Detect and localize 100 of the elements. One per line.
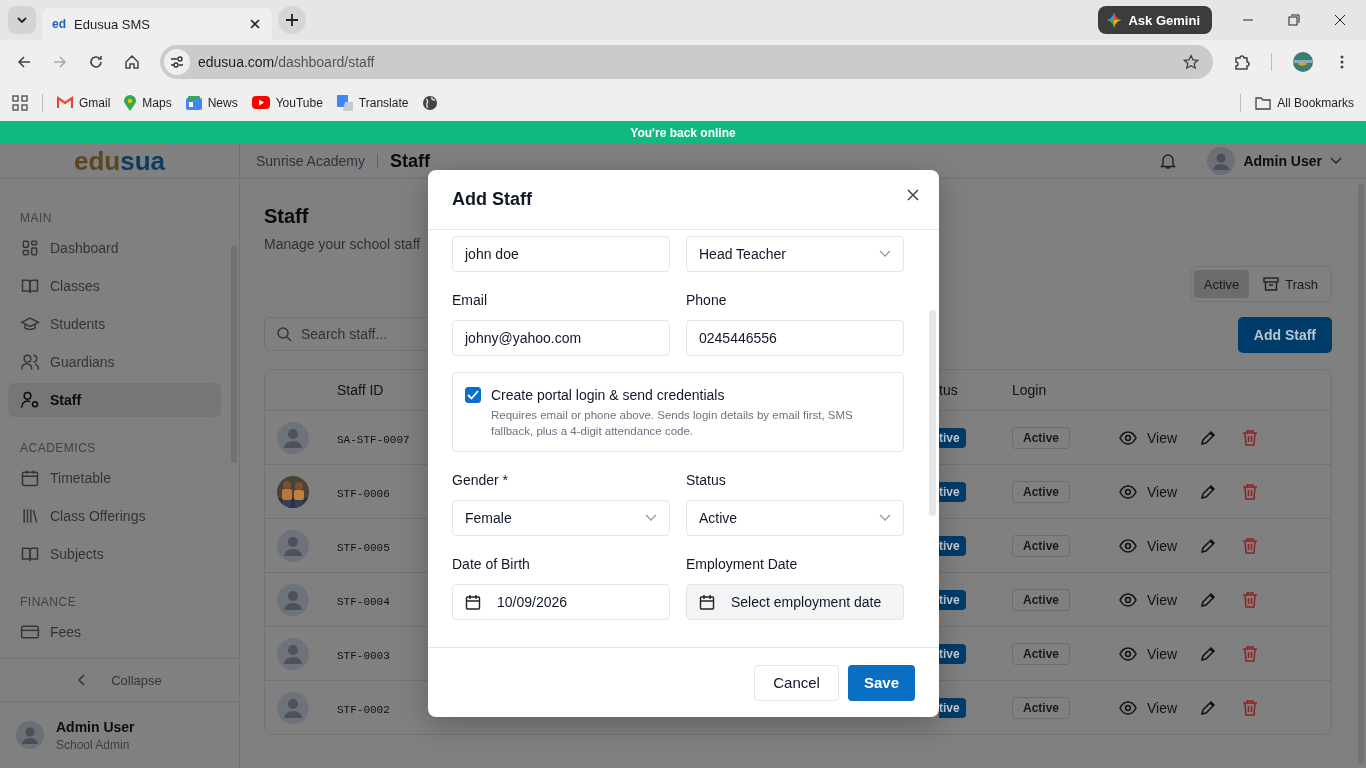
calendar-icon bbox=[699, 594, 715, 610]
star-icon[interactable] bbox=[1183, 54, 1199, 70]
calendar-icon bbox=[465, 594, 481, 610]
select-field[interactable]: Active bbox=[686, 500, 904, 536]
sidebar-item[interactable]: Guardians bbox=[8, 345, 221, 379]
sidebar-item[interactable]: Classes bbox=[8, 269, 221, 303]
sidebar-item[interactable]: Staff bbox=[8, 383, 221, 417]
view-link[interactable]: View bbox=[1119, 537, 1178, 554]
credit-card-icon bbox=[20, 622, 40, 642]
eye-icon bbox=[1119, 646, 1137, 661]
table-cell: SA-STF-0007 bbox=[337, 433, 410, 446]
browser-tab[interactable]: ed Edusua SMS bbox=[42, 8, 272, 40]
pencil-icon[interactable] bbox=[1199, 644, 1218, 663]
bookmark[interactable]: Maps bbox=[124, 94, 172, 111]
status-badge: tive bbox=[939, 535, 966, 556]
pencil-icon[interactable] bbox=[1199, 482, 1218, 501]
collapse-button[interactable]: Collapse bbox=[0, 658, 239, 701]
url-text: edusua.com/dashboard/staff bbox=[198, 54, 376, 70]
archive-icon bbox=[1263, 276, 1280, 292]
tab-search-button[interactable] bbox=[8, 6, 36, 34]
cancel-button[interactable]: Cancel bbox=[754, 664, 839, 701]
avatar-icon bbox=[1207, 147, 1236, 175]
grid-icon bbox=[20, 238, 40, 258]
field-label: Status bbox=[686, 472, 727, 488]
back-icon[interactable] bbox=[16, 54, 32, 70]
toggle-tab[interactable]: Trash bbox=[1253, 270, 1328, 298]
site-info-icon[interactable] bbox=[164, 49, 190, 75]
text-field[interactable]: 0245446556 bbox=[686, 320, 904, 356]
status-badge: tive bbox=[939, 427, 966, 448]
sidebar-item[interactable]: Dashboard bbox=[8, 231, 221, 265]
pencil-icon[interactable] bbox=[1199, 698, 1218, 717]
avatar-icon bbox=[277, 637, 309, 670]
column-header: Login bbox=[1012, 382, 1048, 398]
pencil-icon[interactable] bbox=[1199, 590, 1218, 609]
bookmark[interactable]: YouTube bbox=[251, 95, 323, 110]
dialog-title: Add Staff bbox=[452, 189, 532, 210]
close-icon[interactable] bbox=[250, 19, 260, 29]
home-icon[interactable] bbox=[124, 54, 140, 70]
toggle-tab[interactable]: Active bbox=[1193, 270, 1250, 298]
apps-icon[interactable] bbox=[12, 94, 28, 111]
view-link[interactable]: View bbox=[1119, 645, 1178, 662]
bell-icon[interactable] bbox=[1159, 152, 1178, 170]
date-field[interactable]: 10/09/2026 bbox=[452, 584, 670, 620]
text-field[interactable]: john doe bbox=[452, 236, 670, 272]
user-role: School Admin bbox=[56, 737, 131, 752]
puzzle-icon[interactable] bbox=[1233, 53, 1251, 71]
column-header: tus bbox=[939, 382, 959, 398]
select-field[interactable]: Female bbox=[452, 500, 670, 536]
add-staff-button[interactable]: Add Staff bbox=[1237, 317, 1332, 353]
book-icon bbox=[20, 276, 40, 296]
folder-icon bbox=[1255, 95, 1272, 110]
address-bar[interactable]: edusua.com/dashboard/staff bbox=[160, 45, 1213, 79]
new-tab-button[interactable] bbox=[278, 6, 306, 34]
play-icon bbox=[251, 96, 270, 109]
all-bookmarks-button[interactable]: All Bookmarks bbox=[1255, 95, 1354, 110]
login-badge: Active bbox=[1012, 696, 1071, 719]
map-pin-icon bbox=[124, 94, 137, 111]
sidebar-item[interactable]: Fees bbox=[8, 615, 221, 649]
sidebar-item[interactable]: Subjects bbox=[8, 537, 221, 571]
close-icon[interactable] bbox=[1334, 14, 1346, 26]
close-icon[interactable] bbox=[907, 189, 919, 201]
select-field[interactable]: Head Teacher bbox=[686, 236, 904, 272]
sidebar-item[interactable]: Class Offerings bbox=[8, 499, 221, 533]
text-field[interactable]: johny@yahoo.com bbox=[452, 320, 670, 356]
bookmark[interactable]: News bbox=[185, 95, 238, 110]
view-link[interactable]: View bbox=[1119, 483, 1178, 500]
search-icon bbox=[276, 326, 292, 342]
restore-icon[interactable] bbox=[1288, 14, 1300, 26]
library-icon bbox=[20, 506, 40, 526]
view-link[interactable]: View bbox=[1119, 591, 1178, 608]
login-badge: Active bbox=[1012, 588, 1071, 611]
mail-icon bbox=[57, 96, 73, 109]
checkbox[interactable] bbox=[465, 387, 481, 403]
globe-icon[interactable] bbox=[422, 94, 439, 111]
status-badge: tive bbox=[939, 697, 966, 718]
view-link[interactable]: View bbox=[1119, 699, 1178, 716]
eye-icon bbox=[1119, 592, 1137, 607]
sidebar-item[interactable]: Timetable bbox=[8, 461, 221, 495]
date-field[interactable]: Select employment date bbox=[686, 584, 904, 620]
section-heading: ACADEMICS bbox=[19, 440, 97, 457]
eye-icon bbox=[1119, 700, 1137, 715]
reload-icon[interactable] bbox=[88, 54, 104, 70]
profile-avatar-icon[interactable] bbox=[1292, 51, 1314, 73]
field-label: Gender * bbox=[452, 472, 510, 488]
bookmark[interactable]: Translate bbox=[336, 94, 409, 111]
pencil-icon[interactable] bbox=[1199, 428, 1218, 447]
save-button[interactable]: Save bbox=[847, 664, 915, 701]
sidebar-item[interactable]: Students bbox=[8, 307, 221, 341]
field-label: Employment Date bbox=[686, 556, 799, 572]
bookmark[interactable]: Gmail bbox=[57, 95, 111, 110]
user-menu[interactable]: Admin User bbox=[1207, 147, 1342, 175]
chevron-down-icon bbox=[16, 14, 28, 26]
chevron-down-icon bbox=[1330, 157, 1342, 165]
avatar-icon bbox=[277, 583, 309, 616]
eye-icon bbox=[1119, 430, 1137, 445]
chevron-down-icon bbox=[645, 514, 657, 522]
help-text: Requires email or phone above. Sends login details by email first, SMS fallback, plus a 4-digit attendance code. bbox=[491, 408, 854, 439]
pencil-icon[interactable] bbox=[1199, 536, 1218, 555]
view-link[interactable]: View bbox=[1119, 429, 1178, 446]
ask-gemini-button[interactable]: Ask Gemini bbox=[1098, 6, 1212, 34]
